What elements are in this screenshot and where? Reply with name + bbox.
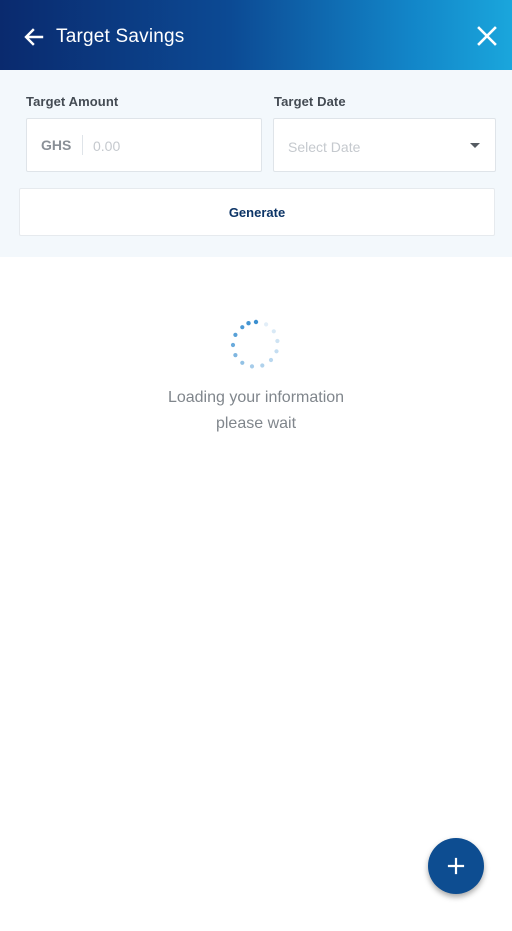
loading-message: Loading your information please wait — [0, 385, 512, 437]
target-date-select[interactable]: Select Date — [273, 118, 496, 172]
target-savings-screen: Target Savings Target Amount GHS Target … — [0, 0, 512, 931]
back-button[interactable] — [20, 23, 48, 51]
caret-down-icon — [470, 143, 480, 148]
spinner-icon — [230, 319, 280, 369]
page-title: Target Savings — [56, 26, 185, 47]
target-savings-form: Target Amount GHS Target Date Select Dat… — [0, 70, 512, 257]
loading-line-2: please wait — [215, 415, 297, 432]
add-fab-button[interactable] — [428, 838, 484, 894]
loading-line-1: Loading your information — [167, 389, 345, 406]
header-bar: Target Savings — [0, 0, 512, 70]
close-icon — [477, 26, 497, 46]
target-date-label: Target Date — [274, 94, 346, 109]
close-button[interactable] — [474, 23, 500, 49]
field-divider — [82, 135, 83, 155]
currency-label: GHS — [41, 137, 72, 153]
target-amount-label: Target Amount — [26, 94, 119, 109]
generate-button[interactable]: Generate — [19, 188, 495, 236]
target-date-placeholder: Select Date — [288, 139, 361, 155]
target-amount-input[interactable] — [89, 131, 253, 161]
arrow-left-icon — [24, 28, 44, 46]
plus-icon — [447, 857, 465, 875]
target-amount-field[interactable]: GHS — [26, 118, 262, 172]
